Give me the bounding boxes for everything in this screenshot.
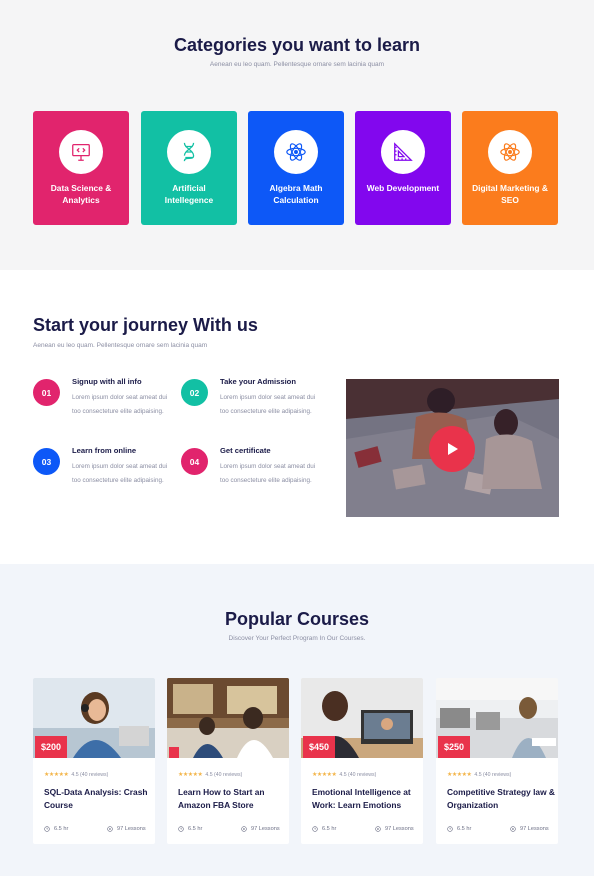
category-label: Digital Marketing & SEO bbox=[472, 183, 548, 205]
step-number-badge: 02 bbox=[181, 379, 208, 406]
categories-section: Categories you want to learn Aenean eu l… bbox=[0, 0, 594, 270]
category-label: Web Development bbox=[366, 183, 440, 193]
journey-subtitle: Aenean eu leo quam. Pellentesque ornare … bbox=[33, 342, 208, 349]
course-duration: 6.5 hr bbox=[447, 826, 471, 832]
play-icon bbox=[448, 443, 458, 455]
dna-icon bbox=[183, 142, 195, 162]
category-card-algebra-math[interactable]: Algebra Math Calculation bbox=[248, 111, 344, 225]
step-title: Take your Admission bbox=[220, 377, 296, 386]
play-circle-icon bbox=[375, 826, 381, 832]
course-duration: 6.5 hr bbox=[312, 826, 336, 832]
course-card[interactable]: ★★★★★ 4.5 (40 reviews) Learn How to Start… bbox=[167, 678, 289, 844]
category-label: Artificial Intellegence bbox=[164, 183, 214, 205]
play-button[interactable] bbox=[429, 426, 475, 472]
step-number-badge: 03 bbox=[33, 448, 60, 475]
step-text: Lorem ipsum dolor seat ameat dui too con… bbox=[220, 463, 316, 484]
courses-title: Popular Courses bbox=[224, 609, 370, 629]
course-lessons: 97 Lessons bbox=[375, 826, 414, 832]
course-lessons: 97 Lessons bbox=[107, 826, 146, 832]
clock-icon bbox=[312, 826, 318, 832]
course-lessons: 97 Lessons bbox=[510, 826, 549, 832]
clock-icon bbox=[44, 826, 50, 832]
step-title: Learn from online bbox=[72, 446, 137, 455]
journey-section: Start your journey With us Aenean eu leo… bbox=[0, 270, 594, 564]
category-label: Data Science & Analytics bbox=[50, 183, 112, 205]
price-badge: $200 bbox=[35, 736, 68, 758]
course-title[interactable]: Emotional Intelligence at Work: Learn Em… bbox=[312, 786, 420, 812]
category-card-data-science[interactable]: Data Science & Analytics bbox=[33, 111, 129, 225]
atom-icon bbox=[500, 143, 520, 161]
category-card-web-development[interactable]: Web Development bbox=[355, 111, 451, 225]
play-circle-icon bbox=[107, 826, 113, 832]
course-rating: ★★★★★ 4.5 (40 reviews) bbox=[312, 772, 377, 778]
course-duration: 6.5 hr bbox=[178, 826, 202, 832]
atom-icon bbox=[286, 143, 306, 161]
step-title: Get certificate bbox=[220, 446, 271, 455]
play-circle-icon bbox=[510, 826, 516, 832]
star-rating-icon: ★★★★★ bbox=[178, 772, 203, 778]
category-label: Algebra Math Calculation bbox=[269, 183, 323, 205]
clock-icon bbox=[447, 826, 453, 832]
video-thumbnail[interactable] bbox=[346, 379, 559, 517]
clock-icon bbox=[178, 826, 184, 832]
step-number-badge: 04 bbox=[181, 448, 208, 475]
course-card[interactable]: $200 ★★★★★ 4.5 (40 reviews) SQL-Data Anal… bbox=[33, 678, 155, 844]
course-rating: ★★★★★ 4.5 (40 reviews) bbox=[447, 772, 512, 778]
course-title[interactable]: Learn How to Start an Amazon FBA Store bbox=[178, 786, 286, 812]
step-text: Lorem ipsum dolor seat ameat dui too con… bbox=[220, 394, 316, 415]
price-badge bbox=[169, 747, 179, 758]
step-text: Lorem ipsum dolor seat ameat dui too con… bbox=[72, 463, 168, 484]
course-rating: ★★★★★ 4.5 (40 reviews) bbox=[44, 772, 109, 778]
step-title: Signup with all info bbox=[72, 377, 142, 386]
category-card-digital-marketing[interactable]: Digital Marketing & SEO bbox=[462, 111, 558, 225]
course-lessons: 97 Lessons bbox=[241, 826, 280, 832]
categories-subtitle: Aenean eu leo quam. Pellentesque ornare … bbox=[209, 61, 385, 68]
course-title[interactable]: Competitive Strategy law & Organization bbox=[447, 786, 555, 812]
step-number-badge: 01 bbox=[33, 379, 60, 406]
course-card[interactable]: $450 ★★★★★ 4.5 (40 reviews) Emotional Int… bbox=[301, 678, 423, 844]
monitor-code-icon bbox=[72, 144, 90, 161]
ruler-triangle-icon bbox=[394, 142, 413, 161]
course-image bbox=[167, 678, 289, 758]
price-badge: $250 bbox=[438, 736, 471, 758]
course-duration: 6.5 hr bbox=[44, 826, 68, 832]
star-rating-icon: ★★★★★ bbox=[312, 772, 337, 778]
star-rating-icon: ★★★★★ bbox=[44, 772, 69, 778]
play-circle-icon bbox=[241, 826, 247, 832]
categories-title: Categories you want to learn bbox=[173, 35, 421, 55]
course-title[interactable]: SQL-Data Analysis: Crash Course bbox=[44, 786, 152, 812]
course-rating: ★★★★★ 4.5 (40 reviews) bbox=[178, 772, 243, 778]
courses-subtitle: Discover Your Perfect Program In Our Cou… bbox=[228, 635, 366, 642]
step-text: Lorem ipsum dolor seat ameat dui too con… bbox=[72, 394, 168, 415]
category-card-artificial-intelligence[interactable]: Artificial Intellegence bbox=[141, 111, 237, 225]
course-card[interactable]: $250 ★★★★★ 4.5 (40 reviews) Competitive S… bbox=[436, 678, 558, 844]
price-badge: $450 bbox=[303, 736, 336, 758]
star-rating-icon: ★★★★★ bbox=[447, 772, 472, 778]
journey-title: Start your journey With us bbox=[33, 315, 258, 335]
